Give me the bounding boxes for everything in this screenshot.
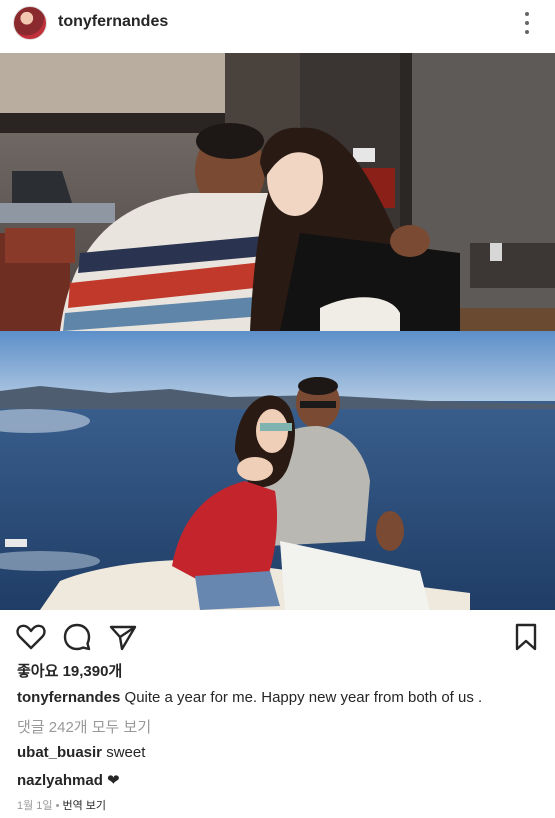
view-all-comments-link[interactable]: 댓글 242개 모두 보기 — [17, 716, 151, 737]
caption-text: Quite a year for me. Happy new year from… — [124, 689, 483, 706]
post-header: tonyfernandes — [0, 0, 555, 46]
profile-avatar[interactable] — [13, 6, 47, 40]
likes-count[interactable]: 좋아요 19,390개 — [17, 660, 122, 681]
comment-bubble-icon[interactable] — [62, 622, 92, 652]
comment: nazlyahmad ❤ — [17, 771, 120, 789]
comment: ubat_buasir sweet — [17, 744, 145, 761]
seaside-couple-photo[interactable] — [0, 331, 555, 610]
action-bar — [0, 618, 555, 654]
indoor-couple-photo[interactable] — [0, 53, 555, 331]
footer-separator: • — [52, 800, 63, 812]
comment-username[interactable]: nazlyahmad — [17, 772, 103, 789]
post-caption: tonyfernandes Quite a year for me. Happy… — [17, 688, 542, 708]
header-username[interactable]: tonyfernandes — [58, 13, 168, 31]
comment-text: ❤ — [107, 772, 120, 789]
post-date: 1월 1일 — [17, 800, 53, 812]
caption-username[interactable]: tonyfernandes — [17, 689, 120, 706]
post-footer: 1월 1일 • 번역 보기 — [17, 797, 106, 813]
translate-link[interactable]: 번역 보기 — [63, 800, 107, 812]
comment-username[interactable]: ubat_buasir — [17, 744, 102, 761]
bookmark-icon[interactable] — [511, 622, 541, 652]
heart-outline-icon[interactable] — [16, 622, 46, 652]
comment-text: sweet — [106, 744, 146, 761]
paper-plane-icon[interactable] — [108, 622, 138, 652]
vertical-dots-icon[interactable] — [520, 10, 534, 36]
